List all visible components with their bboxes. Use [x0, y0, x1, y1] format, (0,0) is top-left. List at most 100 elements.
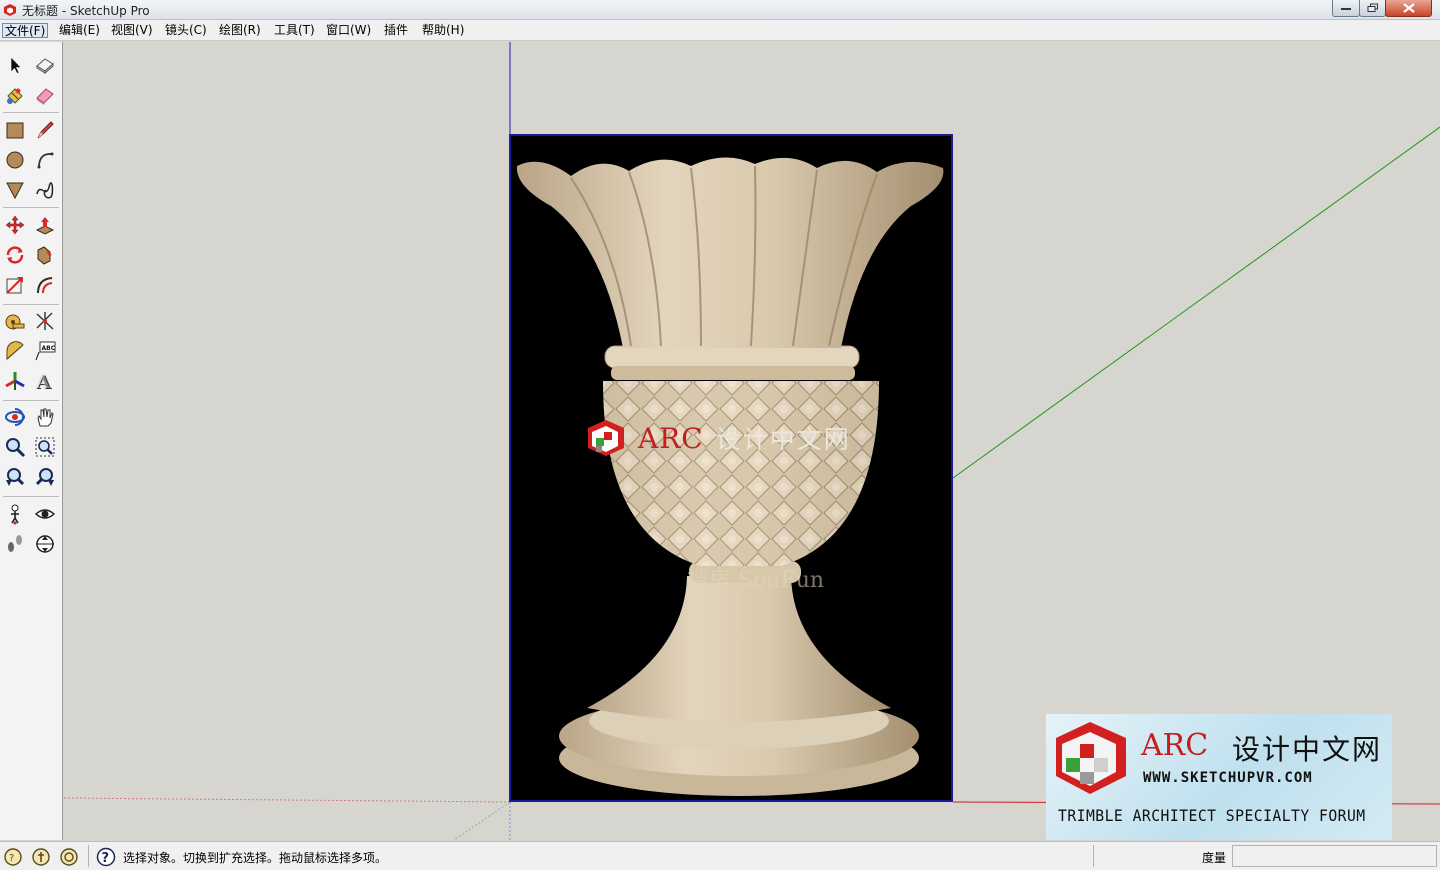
- toolbar-separator: [3, 496, 59, 497]
- arc-watermark: ARC 设计中文网: [584, 414, 851, 462]
- arc-watermark-text: ARC: [638, 421, 704, 455]
- orbit-tool-button[interactable]: [2, 404, 28, 430]
- credits-icon[interactable]: [31, 847, 51, 867]
- tape-measure-icon: [5, 314, 25, 330]
- move-tool-button[interactable]: [2, 212, 28, 238]
- title-bar: 无标题 - SketchUp Pro: [0, 0, 1440, 20]
- user-account-icon[interactable]: [59, 847, 79, 867]
- menu-file[interactable]: 文件(F): [2, 23, 49, 38]
- menu-tools[interactable]: 工具(T): [272, 23, 317, 38]
- zoom-tool-button[interactable]: [2, 434, 28, 460]
- rectangle-icon: [6, 122, 24, 139]
- menu-window[interactable]: 窗口(W): [324, 23, 373, 38]
- banner-url: WWW.SKETCHUPVR.COM: [1143, 770, 1313, 786]
- text-tool-button[interactable]: ABC: [32, 338, 58, 364]
- svg-text:ABC: ABC: [42, 345, 56, 352]
- offset-tool-button[interactable]: [32, 272, 58, 298]
- arc-forum-banner: ARC 设计中文网 WWW.SKETCHUPVR.COM TRIMBLE ARC…: [1046, 714, 1392, 840]
- polygon-tool-button[interactable]: [2, 177, 28, 203]
- close-button[interactable]: [1385, 0, 1432, 17]
- restore-button[interactable]: [1359, 0, 1386, 17]
- axes-tool-button[interactable]: [2, 368, 28, 394]
- soufun-watermark: 搜房 SouFun: [687, 568, 825, 593]
- push-pull-tool-button[interactable]: [32, 212, 58, 238]
- minimize-icon: [1341, 8, 1351, 10]
- protractor-icon: [6, 341, 24, 361]
- status-separator: [88, 845, 89, 867]
- freehand-tool-button[interactable]: [32, 177, 58, 203]
- toolbar-separator: [3, 400, 59, 401]
- axes-icon: [5, 372, 25, 390]
- rectangle-tool-button[interactable]: [2, 117, 28, 143]
- polygon-icon: [6, 182, 24, 200]
- dimension-tool-button[interactable]: [32, 308, 58, 334]
- menu-plugins[interactable]: 插件: [382, 23, 410, 38]
- previous-view-tool-button[interactable]: [2, 464, 28, 490]
- circle-tool-button[interactable]: [2, 147, 28, 173]
- toolbar-separator: [3, 304, 59, 305]
- eraser-icon: [36, 88, 54, 105]
- banner-forum-text: TRIMBLE ARCHITECT SPECIALTY FORUM: [1058, 806, 1366, 825]
- arc-tool-button[interactable]: [32, 147, 58, 173]
- rotate-icon: [6, 246, 24, 264]
- walk-tool-button[interactable]: [2, 531, 28, 557]
- 3d-text-tool-button[interactable]: AA: [32, 368, 58, 394]
- position-camera-tool-button[interactable]: [2, 501, 28, 527]
- model-viewport[interactable]: ARC 设计中文网 搜房 SouFun ARC 设计中文网 WWW.SKETCH…: [64, 42, 1440, 840]
- measurements-input[interactable]: [1232, 845, 1437, 867]
- paint-bucket-tool-button[interactable]: [2, 82, 28, 108]
- arc-watermark-chinese: 设计中文网: [715, 425, 851, 454]
- previous-view-icon: [6, 468, 25, 486]
- close-icon: [1402, 3, 1415, 13]
- restore-icon: [1367, 3, 1378, 12]
- menu-help[interactable]: 帮助(H): [420, 23, 466, 38]
- push-pull-icon: [35, 217, 55, 235]
- menu-edit[interactable]: 编辑(E): [57, 23, 102, 38]
- menu-view[interactable]: 视图(V): [109, 23, 155, 38]
- dimension-icon: [36, 312, 54, 330]
- component-icon: [36, 58, 54, 75]
- help-question-icon[interactable]: ?: [96, 847, 116, 867]
- sketchup-app-icon[interactable]: [3, 3, 17, 17]
- status-bar: ? ? 选择对象。切换到扩充选择。拖动鼠标选择多项。 度量: [0, 841, 1440, 870]
- line-tool-button[interactable]: [32, 117, 58, 143]
- section-plane-tool-button[interactable]: [32, 531, 58, 557]
- footprints-icon: [8, 535, 22, 552]
- svg-text:?: ?: [102, 851, 110, 866]
- eye-icon: [34, 509, 56, 519]
- arc-icon: [37, 152, 54, 169]
- protractor-tool-button[interactable]: [2, 338, 28, 364]
- scale-tool-button[interactable]: [2, 272, 28, 298]
- green-axis-negative: [453, 801, 511, 840]
- eraser-tool-button[interactable]: [32, 82, 58, 108]
- make-component-tool-button[interactable]: [32, 52, 58, 78]
- pan-tool-button[interactable]: [32, 404, 58, 430]
- status-message: 选择对象。切换到扩充选择。拖动鼠标选择多项。: [123, 851, 388, 865]
- window-title: 无标题 - SketchUp Pro: [22, 4, 150, 18]
- look-around-tool-button[interactable]: [32, 501, 58, 527]
- follow-me-tool-button[interactable]: [32, 242, 58, 268]
- scale-icon: [6, 277, 23, 294]
- vase-image-object[interactable]: [509, 134, 953, 802]
- measurements-label: 度量: [1202, 851, 1227, 865]
- text-label-icon: ABC: [35, 341, 56, 361]
- tools-toolbar: ABC AA: [0, 42, 63, 840]
- geo-location-icon[interactable]: ?: [3, 847, 23, 867]
- select-tool-button[interactable]: [2, 52, 28, 78]
- minimize-button[interactable]: [1332, 0, 1360, 17]
- tape-measure-tool-button[interactable]: [2, 308, 28, 334]
- zoom-window-tool-button[interactable]: [32, 434, 58, 460]
- paint-bucket-icon: [7, 88, 23, 104]
- next-view-tool-button[interactable]: [32, 464, 58, 490]
- arc-cube-logo: [588, 420, 624, 456]
- menu-draw[interactable]: 绘图(R): [217, 23, 263, 38]
- banner-chinese-text: 设计中文网: [1232, 733, 1383, 766]
- menu-bar: 文件(F) 编辑(E) 视图(V) 镜头(C) 绘图(R) 工具(T) 窗口(W…: [0, 20, 1440, 41]
- menu-camera[interactable]: 镜头(C): [163, 23, 209, 38]
- hand-icon: [37, 408, 54, 427]
- stone-vase-picture: [516, 157, 944, 796]
- status-separator: [1093, 845, 1094, 867]
- circle-icon: [6, 151, 24, 169]
- arc-cube-logo-large: [1056, 722, 1126, 794]
- rotate-tool-button[interactable]: [2, 242, 28, 268]
